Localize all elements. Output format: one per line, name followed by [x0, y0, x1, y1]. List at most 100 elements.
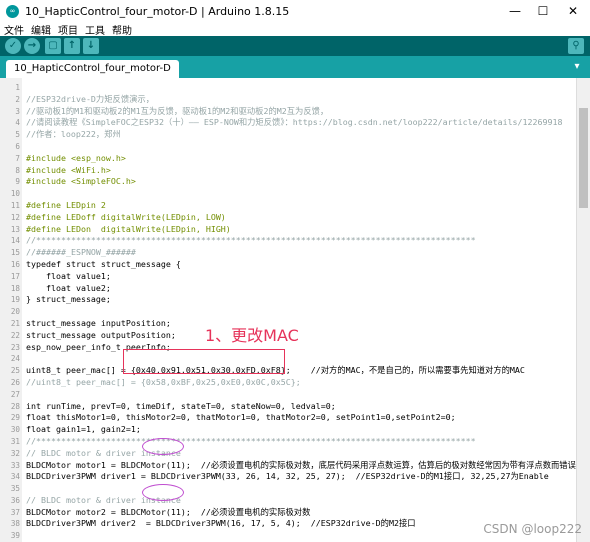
line-text: #include <WiFi.h>	[26, 164, 111, 175]
vertical-scrollbar[interactable]	[576, 78, 590, 542]
line-text: #include <SimpleFOC.h>	[26, 176, 136, 187]
code-line[interactable]: 4 //请阅读教程《SimpleFOC之ESP32（十）—— ESP-NOW和力矩…	[0, 117, 576, 129]
line-number: 29	[10, 413, 20, 423]
line-text: float value1;	[26, 270, 111, 281]
line-number: 24	[10, 354, 20, 364]
code-line[interactable]: 24	[0, 353, 576, 365]
menu-bar: 文件 编辑 项目 工具 帮助	[0, 22, 590, 37]
line-text: //ESP32drive-D力矩反馈演示，	[26, 93, 155, 104]
code-line[interactable]: 7 #include <esp_now.h>	[0, 153, 576, 165]
line-text: //驱动板1的M1和驱动板2的M1互为反馈，驱动板1的M2和驱动板2的M2互为反…	[26, 105, 329, 116]
line-number: 13	[10, 224, 20, 234]
code-line[interactable]: 37 BLDCMotor motor2 = BLDCMotor(11); //必须…	[0, 507, 576, 519]
code-line[interactable]: 9 #include <SimpleFOC.h>	[0, 176, 576, 188]
code-line[interactable]: 29 float thisMotor1=0, thisMotor2=0, that…	[0, 412, 576, 424]
code-line[interactable]: 25 uint8_t peer_mac[] = {0x40,0x91,0x51,0…	[0, 365, 576, 377]
code-line[interactable]: 19} struct_message;	[0, 294, 576, 306]
line-number: 23	[10, 342, 20, 352]
line-number: 35	[10, 484, 20, 494]
serial-monitor-icon[interactable]: ⚲	[568, 38, 584, 54]
code-line[interactable]: 16 typedef struct struct_message {	[0, 259, 576, 271]
line-number: 16	[10, 259, 20, 269]
code-line[interactable]: 13 #define LEDon digitalWrite(LEDpin, HIG…	[0, 224, 576, 236]
pole-pairs-highlight-2	[142, 484, 184, 501]
maximize-button[interactable]: ☐	[528, 0, 558, 22]
code-line[interactable]: 10	[0, 188, 576, 200]
line-number: 8	[15, 165, 20, 175]
code-editor[interactable]: 1 2//ESP32drive-D力矩反馈演示， 3//驱动板1的M1和驱动板2的M…	[0, 78, 590, 542]
line-number: 18	[10, 283, 20, 293]
line-text: //作者：loop222，郑州	[26, 129, 121, 140]
line-text: float gain1=1, gain2=1;	[26, 424, 141, 435]
line-number: 5	[15, 130, 20, 140]
code-line[interactable]: 36// BLDC motor & driver instance	[0, 495, 576, 507]
code-line[interactable]: 5 //作者：loop222，郑州	[0, 129, 576, 141]
upload-icon[interactable]: →	[24, 38, 40, 54]
code-line[interactable]: 27	[0, 389, 576, 401]
line-number: 22	[10, 330, 20, 340]
menu-help[interactable]: 帮助	[112, 22, 132, 37]
code-line[interactable]: 17 float value1;	[0, 271, 576, 283]
code-line[interactable]: 31 //************************************…	[0, 436, 576, 448]
code-line[interactable]: 11 #define LEDpin 2	[0, 200, 576, 212]
verify-icon[interactable]: ✓	[5, 38, 21, 54]
code-line[interactable]: 32// BLDC motor & driver instance	[0, 448, 576, 460]
code-line[interactable]: 30 float gain1=1, gain2=1;	[0, 424, 576, 436]
line-number: 27	[10, 389, 20, 399]
line-text: struct_message outputPosition;	[26, 329, 176, 340]
line-number: 3	[15, 106, 20, 116]
code-line[interactable]: 18 float value2;	[0, 283, 576, 295]
line-text: //**************************************…	[26, 235, 476, 246]
code-line[interactable]: 35	[0, 483, 576, 495]
line-text: int runTime, prevT=0, timeDif, stateT=0,…	[26, 400, 336, 411]
code-line[interactable]: 1	[0, 82, 576, 94]
line-text: struct_message inputPosition;	[26, 317, 171, 328]
open-sketch-icon[interactable]: ↑	[64, 38, 80, 54]
line-number: 37	[10, 507, 20, 517]
line-text: float value2;	[26, 282, 111, 293]
arduino-logo-icon: ∞	[6, 4, 19, 18]
code-area[interactable]: 1 2//ESP32drive-D力矩反馈演示， 3//驱动板1的M1和驱动板2的M…	[0, 82, 576, 542]
line-number: 32	[10, 448, 20, 458]
line-number: 15	[10, 248, 20, 258]
line-number: 34	[10, 472, 20, 482]
line-number: 6	[15, 141, 20, 151]
save-sketch-icon[interactable]: ↓	[83, 38, 99, 54]
close-button[interactable]: ✕	[558, 0, 588, 22]
code-line[interactable]: 8 #include <WiFi.h>	[0, 165, 576, 177]
code-line[interactable]: 34 BLDCDriver3PWM driver1 = BLDCDriver3PW…	[0, 471, 576, 483]
line-text: //**************************************…	[26, 435, 476, 446]
line-number: 1	[15, 83, 20, 92]
line-text: #define LEDon digitalWrite(LEDpin, HIGH)	[26, 223, 231, 234]
code-line[interactable]: 12 #define LEDoff digitalWrite(LEDpin, LO…	[0, 212, 576, 224]
code-line[interactable]: 33 BLDCMotor motor1 = BLDCMotor(11); //必须…	[0, 460, 576, 472]
line-number: 19	[10, 295, 20, 305]
minimize-button[interactable]: —	[500, 0, 530, 22]
scrollbar-thumb[interactable]	[579, 108, 588, 208]
code-line[interactable]: 3 //驱动板1的M1和驱动板2的M1互为反馈，驱动板1的M2和驱动板2的M2互为…	[0, 106, 576, 118]
code-line[interactable]: 26 //uint8_t peer_mac[] = {0x58,0xBF,0x25…	[0, 377, 576, 389]
code-line[interactable]: 6	[0, 141, 576, 153]
menu-tools[interactable]: 工具	[85, 22, 105, 37]
menu-file[interactable]: 文件	[4, 22, 24, 37]
new-sketch-icon[interactable]: ▢	[45, 38, 61, 54]
line-number: 9	[15, 177, 20, 187]
menu-sketch[interactable]: 项目	[58, 22, 78, 37]
line-number: 4	[15, 118, 20, 128]
toolbar: ✓ → ▢ ↑ ↓ ⚲	[0, 36, 590, 56]
tab-sketch[interactable]: 10_HapticControl_four_motor-D	[6, 60, 179, 78]
menu-edit[interactable]: 编辑	[31, 22, 51, 37]
line-text: #define LEDpin 2	[26, 199, 106, 210]
code-line[interactable]: 15 //######_ESPNOW_######	[0, 247, 576, 259]
line-number: 21	[10, 318, 20, 328]
code-line[interactable]: 2 //ESP32drive-D力矩反馈演示，	[0, 94, 576, 106]
code-line[interactable]: 28 int runTime, prevT=0, timeDif, stateT=…	[0, 401, 576, 413]
tab-strip: 10_HapticControl_four_motor-D ▾	[0, 56, 590, 78]
watermark: CSDN @loop222	[483, 522, 582, 536]
line-number: 12	[10, 212, 20, 222]
pole-pairs-highlight-1	[142, 438, 184, 455]
code-line[interactable]: 20	[0, 306, 576, 318]
tab-menu-icon[interactable]: ▾	[570, 60, 584, 74]
code-line[interactable]: 14 //************************************…	[0, 235, 576, 247]
line-text: BLDCMotor motor2 = BLDCMotor(11); //必须设置…	[26, 506, 311, 517]
